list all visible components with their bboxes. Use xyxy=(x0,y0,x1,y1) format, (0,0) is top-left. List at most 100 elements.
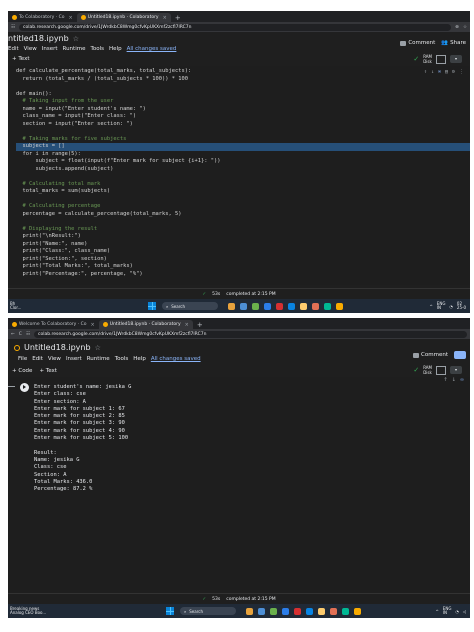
code-line[interactable]: print("Class:", class_name) xyxy=(16,248,470,256)
app-icon[interactable] xyxy=(306,607,313,615)
settings-icon[interactable]: ⚙ xyxy=(452,69,455,77)
share-button[interactable]: 👥 Share xyxy=(441,40,466,46)
save-status-link[interactable]: All changes saved xyxy=(127,46,177,52)
menu-item-insert[interactable]: Insert xyxy=(66,356,82,362)
app-icon[interactable] xyxy=(276,302,283,310)
comment-button[interactable]: Comment xyxy=(400,40,435,46)
code-line[interactable]: # Taking input from the user xyxy=(16,98,470,106)
move-down-icon[interactable]: ↓ xyxy=(452,377,456,383)
app-icon[interactable] xyxy=(282,607,289,615)
code-cell[interactable]: def calculate_percentage(total_marks, to… xyxy=(8,66,470,285)
url-input[interactable]: colab.research.google.com/drive/1JWrdkbC… xyxy=(33,330,467,338)
code-line[interactable]: print("Percentage:", percentage, "%") xyxy=(16,271,470,279)
menu-item-tools[interactable]: Tools xyxy=(115,356,129,362)
code-line[interactable]: percentage = calculate_percentage(total_… xyxy=(16,211,470,219)
app-icon[interactable] xyxy=(264,302,271,310)
code-line[interactable] xyxy=(16,218,470,226)
code-line[interactable] xyxy=(16,128,470,136)
windows-start-icon[interactable] xyxy=(148,302,156,310)
browser-tab-colab-welcome[interactable]: Welcome To Colaboratory · Co × xyxy=(8,320,99,329)
close-icon[interactable]: × xyxy=(185,322,189,328)
app-icon[interactable] xyxy=(258,607,265,615)
browser-tab-untitled18[interactable]: Untitled18.ipynb · Colaboratory × xyxy=(98,320,193,329)
browser-tab-colab-welcome[interactable]: To Colaboratory · Co × xyxy=(8,13,77,22)
site-info-icon[interactable]: ☷ xyxy=(26,332,30,337)
app-icon[interactable] xyxy=(312,302,319,310)
menu-item-view[interactable]: View xyxy=(48,356,61,362)
code-line[interactable]: return (total_marks / (total_subjects * … xyxy=(16,76,470,84)
share-icon[interactable] xyxy=(454,351,466,359)
run-cell-button[interactable] xyxy=(20,383,29,392)
notebook-title[interactable]: Untitled18.ipynb xyxy=(24,343,91,352)
language-indicator[interactable]: ENG IN xyxy=(437,301,446,311)
menu-item-edit[interactable]: Edit xyxy=(8,46,19,52)
code-line[interactable] xyxy=(16,196,470,204)
language-indicator[interactable]: ENG IN xyxy=(443,606,452,616)
url-input[interactable]: colab.research.google.com/drive/1JWrdkbC… xyxy=(19,23,452,31)
taskbar-search-box[interactable]: ⌕ Search xyxy=(162,302,218,310)
more-icon[interactable]: ⋮ xyxy=(459,69,464,77)
app-icon[interactable] xyxy=(330,607,337,615)
app-icon[interactable] xyxy=(324,302,331,310)
browser-tab-untitled18[interactable]: Untitled18.ipynb · Colaboratory × xyxy=(76,13,171,22)
app-icon[interactable] xyxy=(252,302,259,310)
taskbar-widget[interactable]: Bh Clor... xyxy=(8,301,50,311)
chevron-up-icon[interactable]: ^ xyxy=(435,609,438,614)
code-line[interactable]: # Displaying the result xyxy=(16,226,470,234)
menu-item-help[interactable]: Help xyxy=(109,46,122,52)
code-line[interactable]: print("Name:", name) xyxy=(16,241,470,249)
code-line[interactable] xyxy=(16,173,470,181)
app-icon[interactable] xyxy=(270,607,277,615)
add-text-button[interactable]: + Text xyxy=(39,368,56,374)
menu-item-help[interactable]: Help xyxy=(133,356,146,362)
code-line[interactable]: # Taking marks for five subjects xyxy=(16,136,470,144)
move-up-icon[interactable]: ↑ xyxy=(443,377,447,383)
menu-item-runtime[interactable]: Runtime xyxy=(87,356,110,362)
new-tab-button[interactable]: + xyxy=(193,321,207,329)
taskbar-search-box[interactable]: ⌕ Search xyxy=(180,607,236,615)
code-line[interactable]: subjects = [] xyxy=(16,143,470,151)
comment-icon[interactable]: ▤ xyxy=(445,69,448,77)
code-line[interactable]: name = input("Enter student's name: ") xyxy=(16,106,470,114)
clock[interactable]: 02 25-0 xyxy=(457,301,466,311)
chrome-icon[interactable] xyxy=(354,607,361,615)
menu-item-insert[interactable]: Insert xyxy=(42,46,58,52)
notebook-title[interactable]: ntitled18.ipynb xyxy=(8,34,69,43)
code-line[interactable] xyxy=(16,83,470,91)
menu-item-edit[interactable]: Edit xyxy=(32,356,43,362)
add-code-button[interactable]: + Code xyxy=(12,368,32,374)
runtime-dropdown-button[interactable]: ▾ xyxy=(450,366,462,374)
code-line[interactable]: subject = float(input(f"Enter mark for s… xyxy=(16,158,470,166)
runtime-dropdown-button[interactable]: ▾ xyxy=(450,55,462,63)
taskbar-widget[interactable]: Breaking news Analog CEO Boo... xyxy=(8,606,70,616)
resource-indicator[interactable]: ✓ RAM Disk ▾ xyxy=(413,54,462,64)
wifi-icon[interactable]: ◔ xyxy=(449,304,453,309)
close-icon[interactable]: × xyxy=(91,322,95,328)
site-info-icon[interactable]: ☷ xyxy=(11,25,15,30)
resource-indicator[interactable]: ✓ RAM Disk ▾ xyxy=(413,365,462,375)
code-line[interactable]: # Calculating total mark xyxy=(16,181,470,189)
app-icon[interactable] xyxy=(240,302,247,310)
menu-item-file[interactable]: File xyxy=(18,356,27,362)
app-icon[interactable] xyxy=(318,607,325,615)
code-line[interactable]: # Calculating percentage xyxy=(16,203,470,211)
code-line[interactable]: print("\nResult:") xyxy=(16,233,470,241)
app-icon[interactable] xyxy=(294,607,301,615)
reload-icon[interactable]: C xyxy=(19,332,22,337)
back-icon[interactable]: ← xyxy=(11,332,15,337)
new-tab-button[interactable]: + xyxy=(171,14,185,22)
volume-icon[interactable]: ◁ xyxy=(463,609,466,614)
star-icon[interactable]: ☆ xyxy=(95,344,101,352)
link-icon[interactable]: ∞ xyxy=(438,69,441,77)
bookmark-star-icon[interactable]: ☆ xyxy=(463,25,467,30)
code-line[interactable]: def main(): xyxy=(16,91,470,99)
zoom-icon[interactable]: ⊕ xyxy=(455,25,459,30)
move-up-icon[interactable]: ↑ xyxy=(424,69,427,77)
code-line[interactable]: print("Section:", section) xyxy=(16,256,470,264)
app-icon[interactable] xyxy=(300,302,307,310)
star-icon[interactable]: ☆ xyxy=(73,35,79,43)
move-down-icon[interactable]: ↓ xyxy=(431,69,434,77)
menu-item-tools[interactable]: Tools xyxy=(90,46,104,52)
code-line[interactable]: subjects.append(subject) xyxy=(16,166,470,174)
menu-item-runtime[interactable]: Runtime xyxy=(63,46,86,52)
